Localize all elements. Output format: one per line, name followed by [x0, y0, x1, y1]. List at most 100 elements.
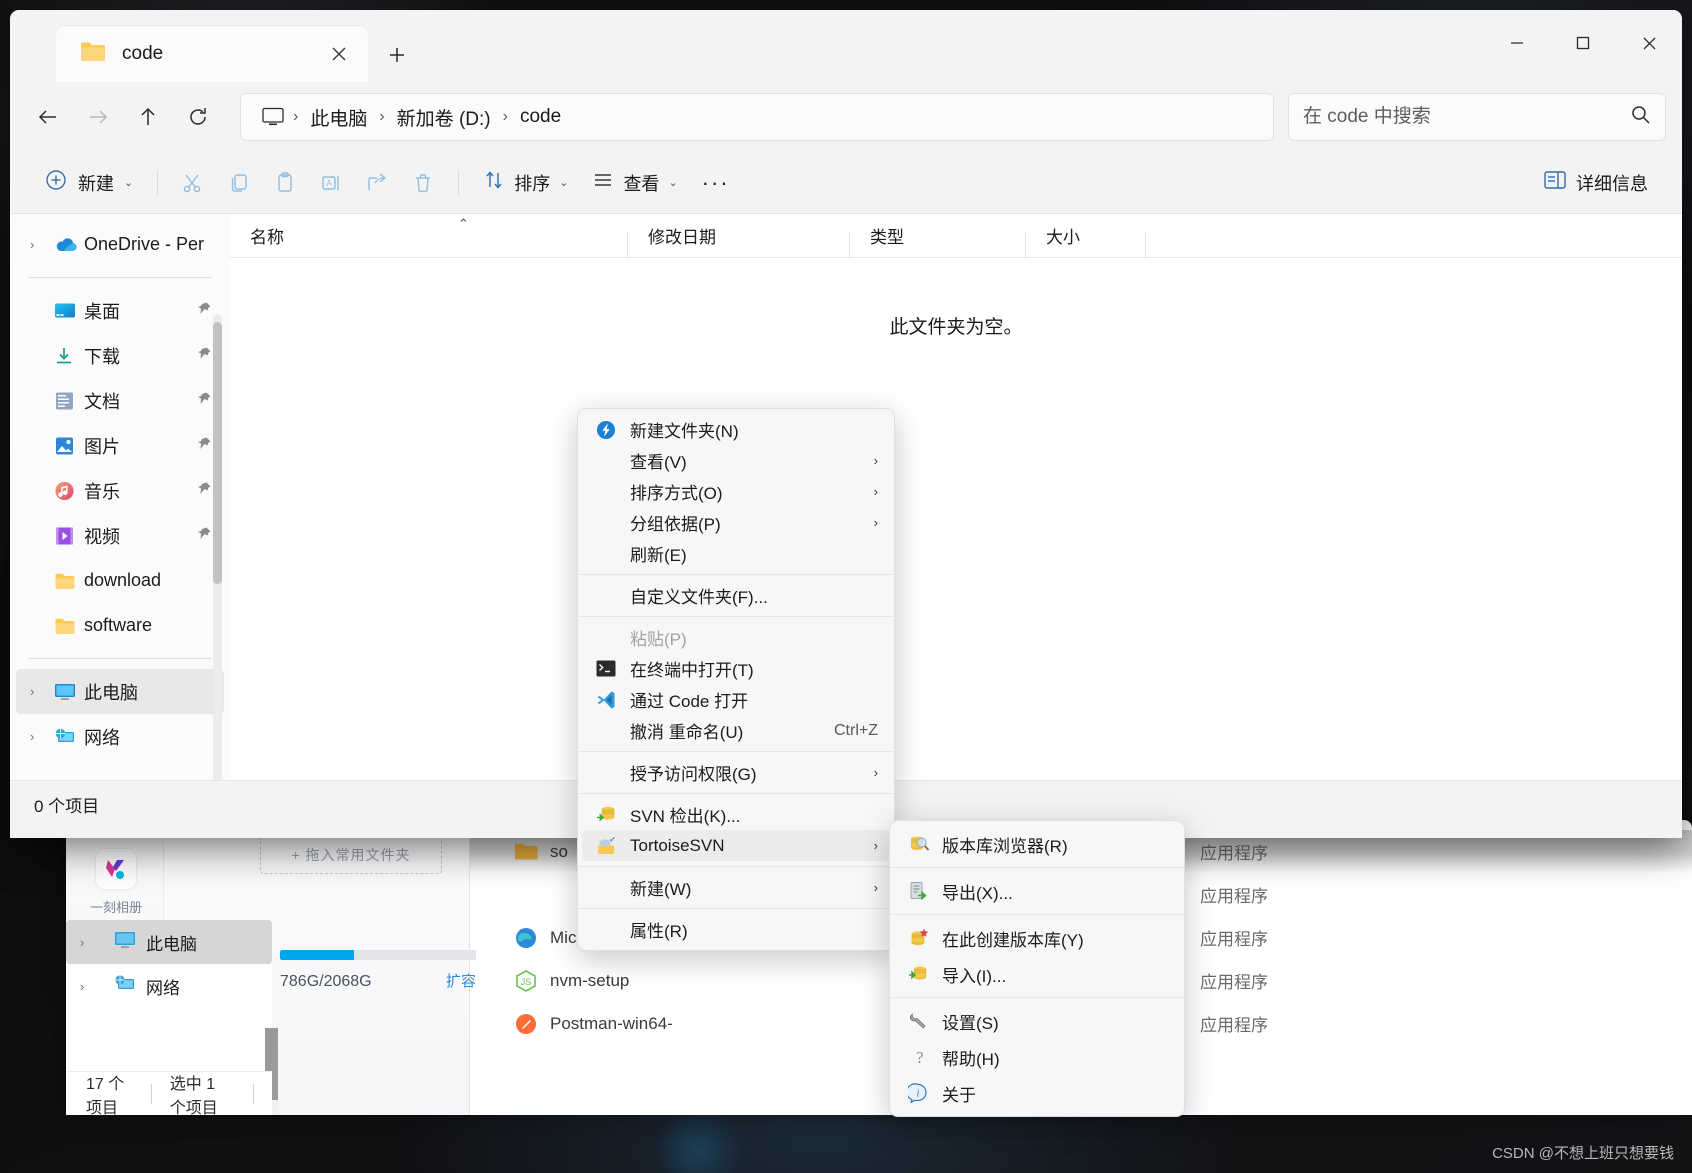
search-icon[interactable]: [1630, 104, 1651, 130]
submenu-item-repo-browser[interactable]: 版本库浏览器(R): [894, 826, 1180, 862]
menu-item-open-in-terminal[interactable]: 在终端中打开(T): [582, 653, 890, 684]
submenu-item-import[interactable]: 导入(I)...: [894, 956, 1180, 992]
sidebar-item-videos[interactable]: 视频: [16, 513, 224, 558]
column-header-type[interactable]: 类型: [850, 223, 1026, 258]
menu-item-sort-by[interactable]: 排序方式(O) ›: [582, 476, 890, 507]
refresh-icon[interactable]: [176, 95, 220, 139]
chevron-down-icon[interactable]: ⌄: [559, 176, 568, 189]
sort-button[interactable]: 排序 ⌄: [471, 162, 580, 204]
chevron-down-icon[interactable]: ⌄: [668, 176, 677, 189]
view-button[interactable]: 查看 ⌄: [580, 162, 689, 204]
chevron-right-icon[interactable]: ›: [30, 729, 54, 744]
arrow-right-icon[interactable]: [76, 95, 120, 139]
this-pc-icon: [114, 931, 136, 954]
menu-item-view[interactable]: 查看(V) ›: [582, 445, 890, 476]
sidebar-item-software-folder[interactable]: software: [16, 603, 224, 648]
share-icon[interactable]: [354, 162, 400, 204]
maximize-icon[interactable]: [1550, 10, 1616, 76]
chevron-right-icon[interactable]: ›: [30, 237, 54, 252]
copy-icon[interactable]: [216, 162, 262, 204]
context-menu[interactable]: 新建文件夹(N) 查看(V) › 排序方式(O) › 分组依据(P) › 刷新(…: [577, 408, 895, 951]
sidebar-item-network[interactable]: › 网络: [66, 964, 272, 1008]
chevron-down-icon[interactable]: ⌄: [124, 176, 133, 189]
search-input[interactable]: [1303, 106, 1630, 128]
menu-item-label: 查看(V): [630, 453, 687, 472]
background-item-count: 17 个项目: [86, 1075, 125, 1116]
pin-icon[interactable]: [196, 526, 212, 546]
menu-item-new-folder[interactable]: 新建文件夹(N): [582, 414, 890, 445]
submenu-item-about[interactable]: i 关于: [894, 1075, 1180, 1111]
pin-icon[interactable]: [196, 301, 212, 321]
menu-item-grant-access[interactable]: 授予访问权限(G) ›: [582, 757, 890, 788]
sidebar-scrollbar[interactable]: [213, 314, 222, 780]
column-header-name[interactable]: 名称: [230, 223, 628, 258]
menu-item-properties[interactable]: 属性(R): [582, 914, 890, 945]
submenu-item-help[interactable]: ? 帮助(H): [894, 1039, 1180, 1075]
address-bar[interactable]: › 此电脑 › 新加卷 (D:) › code: [240, 93, 1274, 141]
submenu-item-settings[interactable]: 设置(S): [894, 1003, 1180, 1039]
rename-icon[interactable]: A: [308, 162, 354, 204]
menu-item-accelerator: Ctrl+Z: [834, 721, 878, 739]
more-button[interactable]: ···: [690, 162, 742, 204]
submenu-item-export[interactable]: 导出(X)...: [894, 873, 1180, 909]
info-icon: i: [908, 1083, 942, 1103]
menu-item-open-with-code[interactable]: 通过 Code 打开: [582, 684, 890, 715]
breadcrumb-separator: ›: [379, 108, 385, 125]
menu-item-group-by[interactable]: 分组依据(P) ›: [582, 507, 890, 538]
column-header-date[interactable]: 修改日期: [628, 223, 850, 258]
menu-item-label: 分组依据(P): [630, 515, 721, 534]
file-list-pane[interactable]: 名称 修改日期 类型 大小 ⌃ 此文件夹为空。: [230, 214, 1682, 780]
yike-album-entry[interactable]: 一刻相册: [90, 848, 142, 916]
chevron-right-icon: ›: [873, 880, 878, 895]
navigation-pane[interactable]: › OneDrive - Per 桌面 下载 文档 图片 音乐 视频 downl…: [10, 214, 230, 780]
menu-separator: [578, 574, 894, 575]
pin-icon[interactable]: [196, 391, 212, 411]
trash-icon[interactable]: [400, 162, 446, 204]
pin-icon[interactable]: [196, 481, 212, 501]
chevron-right-icon[interactable]: ›: [30, 684, 54, 699]
menu-item-refresh[interactable]: 刷新(E): [582, 538, 890, 569]
paste-icon[interactable]: [262, 162, 308, 204]
menu-item-new[interactable]: 新建(W) ›: [582, 872, 890, 903]
sidebar-item-onedrive[interactable]: › OneDrive - Per: [16, 222, 224, 267]
menu-item-tortoisesvn[interactable]: TortoiseSVN ›: [582, 830, 890, 861]
sidebar-item-pictures[interactable]: 图片: [16, 423, 224, 468]
tortoisesvn-submenu[interactable]: 版本库浏览器(R) 导出(X)... 在此创建版本库(Y) 导入(I)... 设…: [889, 820, 1185, 1117]
sidebar-item-music[interactable]: 音乐: [16, 468, 224, 513]
search-box[interactable]: [1288, 93, 1666, 141]
pin-icon[interactable]: [196, 436, 212, 456]
pin-icon[interactable]: [196, 346, 212, 366]
close-icon[interactable]: [1616, 10, 1682, 76]
sidebar-item-downloads[interactable]: 下载: [16, 333, 224, 378]
sidebar-item-this-pc[interactable]: › 此电脑: [66, 920, 272, 964]
drop-folder-zone[interactable]: + 拖入常用文件夹: [260, 836, 442, 874]
arrow-left-icon[interactable]: [26, 95, 70, 139]
sidebar-item-this-pc[interactable]: › 此电脑: [16, 669, 224, 714]
sidebar-item-network[interactable]: › 网络: [16, 714, 224, 759]
tab-label: code: [122, 43, 164, 64]
menu-item-svn-checkout[interactable]: SVN 检出(K)...: [582, 799, 890, 830]
menu-item-label: 自定义文件夹(F)...: [630, 588, 768, 607]
close-icon[interactable]: [320, 35, 358, 73]
scissors-icon[interactable]: [170, 162, 216, 204]
sidebar-item-desktop[interactable]: 桌面: [16, 288, 224, 333]
arrow-up-icon[interactable]: [126, 95, 170, 139]
menu-item-customize-folder[interactable]: 自定义文件夹(F)...: [582, 580, 890, 611]
tab-code[interactable]: code: [56, 26, 368, 82]
capacity-progress-bar: [280, 950, 476, 960]
new-button[interactable]: 新建 ⌄: [32, 162, 145, 204]
plus-icon[interactable]: [378, 36, 416, 74]
window-controls[interactable]: [1484, 10, 1682, 76]
breadcrumb-item[interactable]: code: [510, 106, 571, 128]
sidebar-item-download-folder[interactable]: download: [16, 558, 224, 603]
submenu-item-create-repo-here[interactable]: 在此创建版本库(Y): [894, 920, 1180, 956]
breadcrumb-item[interactable]: 新加卷 (D:): [387, 104, 501, 131]
minimize-icon[interactable]: [1484, 10, 1550, 76]
details-button[interactable]: 详细信息: [1531, 162, 1660, 204]
menu-item-undo-rename[interactable]: 撤消 重命名(U) Ctrl+Z: [582, 715, 890, 746]
menu-separator: [578, 616, 894, 617]
sidebar-item-documents[interactable]: 文档: [16, 378, 224, 423]
column-header-size[interactable]: 大小: [1026, 223, 1146, 258]
breadcrumb-item[interactable]: 此电脑: [300, 104, 377, 131]
menu-item-label: TortoiseSVN: [630, 835, 725, 855]
